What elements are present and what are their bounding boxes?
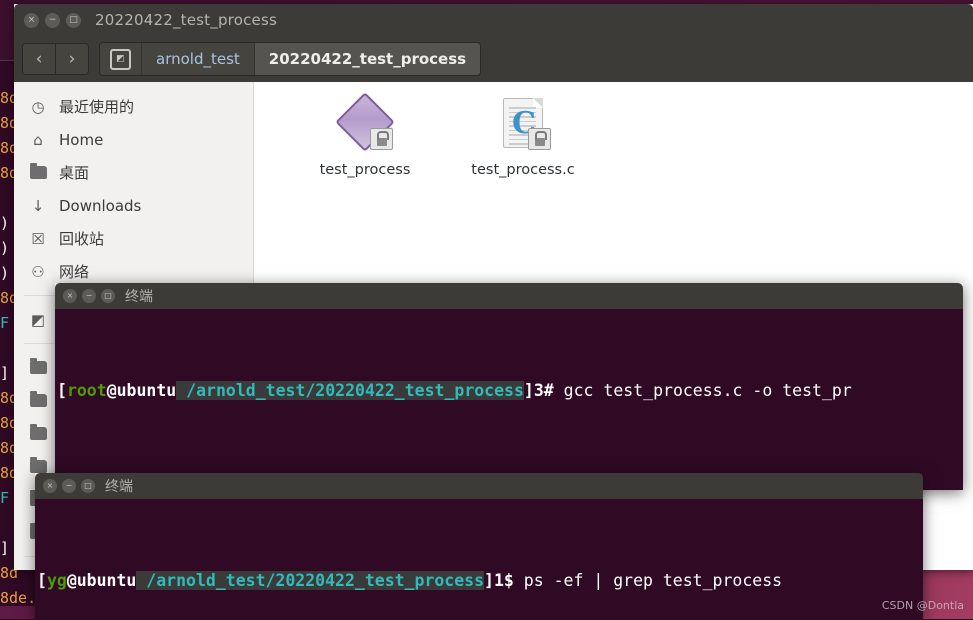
terminal-command: ps -ef | grep test_process <box>523 571 783 590</box>
maximize-icon[interactable]: □ <box>66 12 81 28</box>
sidebar-item-label: 网络 <box>59 263 90 281</box>
file-manager-titlebar[interactable]: × − □ 20220422_test_process <box>14 4 973 36</box>
file-item-executable[interactable]: test_process <box>302 92 428 178</box>
network-icon: ⚇ <box>31 262 45 281</box>
minimize-icon[interactable]: − <box>45 12 60 28</box>
terminal-titlebar[interactable]: × − □ 终端 <box>35 473 923 499</box>
breadcrumb-root-button[interactable]: ◩ <box>100 43 141 75</box>
window-title: 20220422_test_process <box>95 11 277 29</box>
disk-icon: ◩ <box>110 48 131 70</box>
sidebar-item-desktop[interactable]: 桌面 <box>14 156 253 189</box>
folder-icon <box>28 163 48 179</box>
terminal-output-root[interactable]: [root@ubuntu /arnold_test/20220422_test_… <box>55 309 963 490</box>
sidebar-item-trash[interactable]: ☒ 回收站 <box>14 222 253 255</box>
close-icon[interactable]: × <box>63 289 77 303</box>
prompt-path: /arnold_test/20220422_test_process <box>176 381 524 400</box>
terminal-window-yg[interactable]: × − □ 终端 [yg@ubuntu /arnold_test/2022042… <box>35 473 923 620</box>
computer-icon: ◩ <box>30 310 46 329</box>
lock-badge-icon <box>370 128 393 150</box>
prompt-host: ubuntu <box>116 381 177 400</box>
breadcrumb-item-current[interactable]: 20220422_test_process <box>253 43 481 75</box>
file-item-c-source[interactable]: C test_process.c <box>460 96 586 178</box>
watermark: CSDN @Dontla <box>881 599 964 612</box>
lock-badge-icon <box>528 128 551 150</box>
terminal-command: gcc test_process.c -o test_pr <box>563 381 852 400</box>
sidebar-item-label: Downloads <box>59 196 142 215</box>
maximize-icon[interactable]: □ <box>101 289 115 303</box>
file-name-label: test_process.c <box>471 162 575 178</box>
prompt-user: yg <box>46 571 67 590</box>
prompt-at: @ <box>106 381 117 400</box>
sidebar-item-label: Home <box>59 130 104 149</box>
sidebar-item-label: 桌面 <box>59 164 90 182</box>
folder-icon <box>28 391 48 407</box>
window-title: 终端 <box>125 289 153 305</box>
sidebar-item-home[interactable]: ⌂ Home <box>14 123 253 156</box>
breadcrumb[interactable]: ◩ arnold_test 20220422_test_process <box>99 42 482 76</box>
close-icon[interactable]: × <box>43 479 57 493</box>
back-button[interactable]: ‹ <box>23 44 55 74</box>
folder-icon <box>28 457 48 473</box>
trash-icon: ☒ <box>31 229 45 248</box>
prompt-at: @ <box>66 571 77 590</box>
terminal-titlebar[interactable]: × − □ 终端 <box>55 283 963 309</box>
terminal-line: [root@ubuntu /arnold_test/20220422_test_… <box>57 381 852 400</box>
sidebar-item-label: 回收站 <box>59 230 105 248</box>
window-controls[interactable]: × − □ <box>24 12 81 28</box>
file-grid: test_process C test_process.c <box>254 92 973 178</box>
prompt-user: root <box>66 381 107 400</box>
file-manager-toolbar[interactable]: ‹ › ◩ arnold_test 20220422_test_process <box>14 36 973 82</box>
window-controls[interactable]: × − □ <box>43 479 95 493</box>
window-controls[interactable]: × − □ <box>63 289 115 303</box>
download-icon: ↓ <box>31 196 45 215</box>
prompt-path: /arnold_test/20220422_test_process <box>136 571 485 590</box>
navigation-buttons[interactable]: ‹ › <box>22 43 89 75</box>
file-name-label: test_process <box>319 162 411 178</box>
sidebar-item-label: 最近使用的 <box>59 98 135 116</box>
clock-icon: ◷ <box>31 97 45 116</box>
executable-file-icon <box>335 92 395 154</box>
window-title: 终端 <box>105 479 133 495</box>
folder-icon <box>28 358 48 374</box>
close-icon[interactable]: × <box>24 12 39 28</box>
minimize-icon[interactable]: − <box>82 289 96 303</box>
terminal-output-yg[interactable]: [yg@ubuntu /arnold_test/20220422_test_pr… <box>35 499 923 620</box>
prompt-number: ]3# <box>523 381 564 400</box>
minimize-icon[interactable]: − <box>62 479 76 493</box>
terminal-window-root[interactable]: × − □ 终端 [root@ubuntu /arnold_test/20220… <box>55 283 963 490</box>
sidebar-item-downloads[interactable]: ↓ Downloads <box>14 189 253 222</box>
prompt-number: ]1$ <box>484 571 524 590</box>
home-icon: ⌂ <box>33 130 43 149</box>
terminal-line: [yg@ubuntu /arnold_test/20220422_test_pr… <box>37 571 783 590</box>
c-source-file-icon: C <box>493 96 553 154</box>
forward-button[interactable]: › <box>55 44 88 74</box>
maximize-icon[interactable]: □ <box>81 479 95 493</box>
breadcrumb-item-arnold-test[interactable]: arnold_test <box>141 43 254 75</box>
folder-icon <box>28 424 48 440</box>
prompt-host: ubuntu <box>76 571 137 590</box>
sidebar-item-recent[interactable]: ◷ 最近使用的 <box>14 90 253 123</box>
